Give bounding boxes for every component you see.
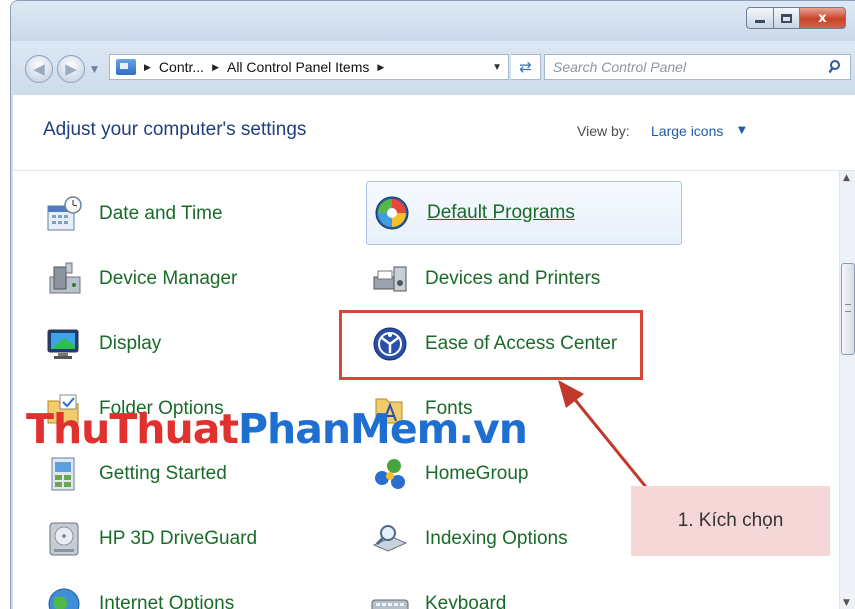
item-label: HP 3D DriveGuard [99,528,258,549]
keyboard-icon [369,583,411,609]
item-internet-options[interactable]: Internet Options [43,579,234,609]
item-getting-started[interactable]: Getting Started [43,449,227,499]
item-homegroup[interactable]: HomeGroup [369,449,529,499]
maximize-button[interactable] [774,7,800,29]
title-bar: x [11,1,855,41]
item-date-and-time[interactable]: Date and Time [43,189,223,239]
search-icon[interactable] [828,59,844,75]
view-by-caret-icon[interactable]: ▼ [738,125,746,136]
breadcrumb-all-items[interactable]: All Control Panel Items [227,59,369,75]
item-label: Date and Time [99,203,223,224]
printer-icon [369,258,411,300]
navigation-bar: ◀ ▶ ▼ ▶ Contr... ▶ All Control Panel Ite… [11,41,855,95]
caption-buttons: x [746,7,846,29]
item-label: Devices and Printers [425,268,601,289]
breadcrumb-separator-icon[interactable]: ▶ [212,62,219,73]
minimize-button[interactable] [746,7,774,29]
watermark: ThuThuatPhanMem.vn [26,405,528,453]
instruction-text: 1. Kích chọn [677,510,784,531]
refresh-button[interactable]: ⇄ [511,54,541,80]
item-label: Keyboard [425,593,507,609]
scroll-up-icon[interactable]: ▲ [843,173,850,183]
item-label: Internet Options [99,593,235,609]
item-display[interactable]: Display [43,319,161,369]
watermark-part-1: ThuThuat [26,405,239,453]
item-label: Indexing Options [425,528,568,549]
item-label: Default Programs [427,202,575,223]
item-devices-and-printers[interactable]: Devices and Printers [369,254,600,304]
default-programs-icon [371,192,413,234]
getting-started-icon [43,453,85,495]
item-default-programs[interactable]: Default Programs [366,181,682,245]
forward-arrow-icon: ▶ [65,60,77,78]
back-arrow-icon: ◀ [33,60,45,78]
view-by-dropdown[interactable]: Large icons [651,123,723,139]
item-indexing-options[interactable]: Indexing Options [369,514,568,564]
vertical-scrollbar[interactable]: ▲ ▼ [839,171,855,609]
item-label: Display [99,333,162,354]
page-title: Adjust your computer's settings [43,119,307,140]
maximize-icon [781,13,792,23]
item-label: Getting Started [99,463,227,484]
device-manager-icon [43,258,85,300]
scrollbar-thumb[interactable] [841,263,855,355]
search-placeholder: Search Control Panel [553,59,687,75]
hard-drive-icon [43,518,85,560]
minimize-icon [755,19,765,23]
homegroup-icon [369,453,411,495]
forward-button[interactable]: ▶ [57,55,85,83]
instruction-note: 1. Kích chọn [631,486,830,556]
close-button[interactable]: x [800,7,846,29]
item-keyboard[interactable]: Keyboard [369,579,506,609]
indexing-icon [369,518,411,560]
scroll-down-icon[interactable]: ▼ [843,598,850,608]
address-dropdown-icon[interactable]: ▼ [492,62,502,73]
close-icon: x [818,10,827,26]
control-panel-icon [116,59,136,75]
address-bar[interactable]: ▶ Contr... ▶ All Control Panel Items ▶ ▼ [109,54,509,80]
back-button[interactable]: ◀ [25,55,53,83]
breadcrumb-control-panel[interactable]: Contr... [159,59,204,75]
highlight-box [339,310,643,380]
item-label: Device Manager [99,268,238,289]
item-device-manager[interactable]: Device Manager [43,254,237,304]
header-divider [13,170,855,171]
recent-pages-dropdown[interactable]: ▼ [91,65,98,75]
monitor-icon [43,323,85,365]
refresh-icon: ⇄ [519,58,532,76]
search-input[interactable]: Search Control Panel [544,54,851,80]
item-hp-3d-driveguard[interactable]: HP 3D DriveGuard [43,514,257,564]
view-by-label: View by: [577,123,630,139]
item-label: HomeGroup [425,463,529,484]
grip-icon [845,304,851,312]
breadcrumb-separator-icon[interactable]: ▶ [144,62,151,73]
watermark-part-2: PhanMem.vn [237,405,528,453]
calendar-clock-icon [43,193,85,235]
breadcrumb-separator-icon[interactable]: ▶ [377,62,384,73]
globe-icon [43,583,85,609]
